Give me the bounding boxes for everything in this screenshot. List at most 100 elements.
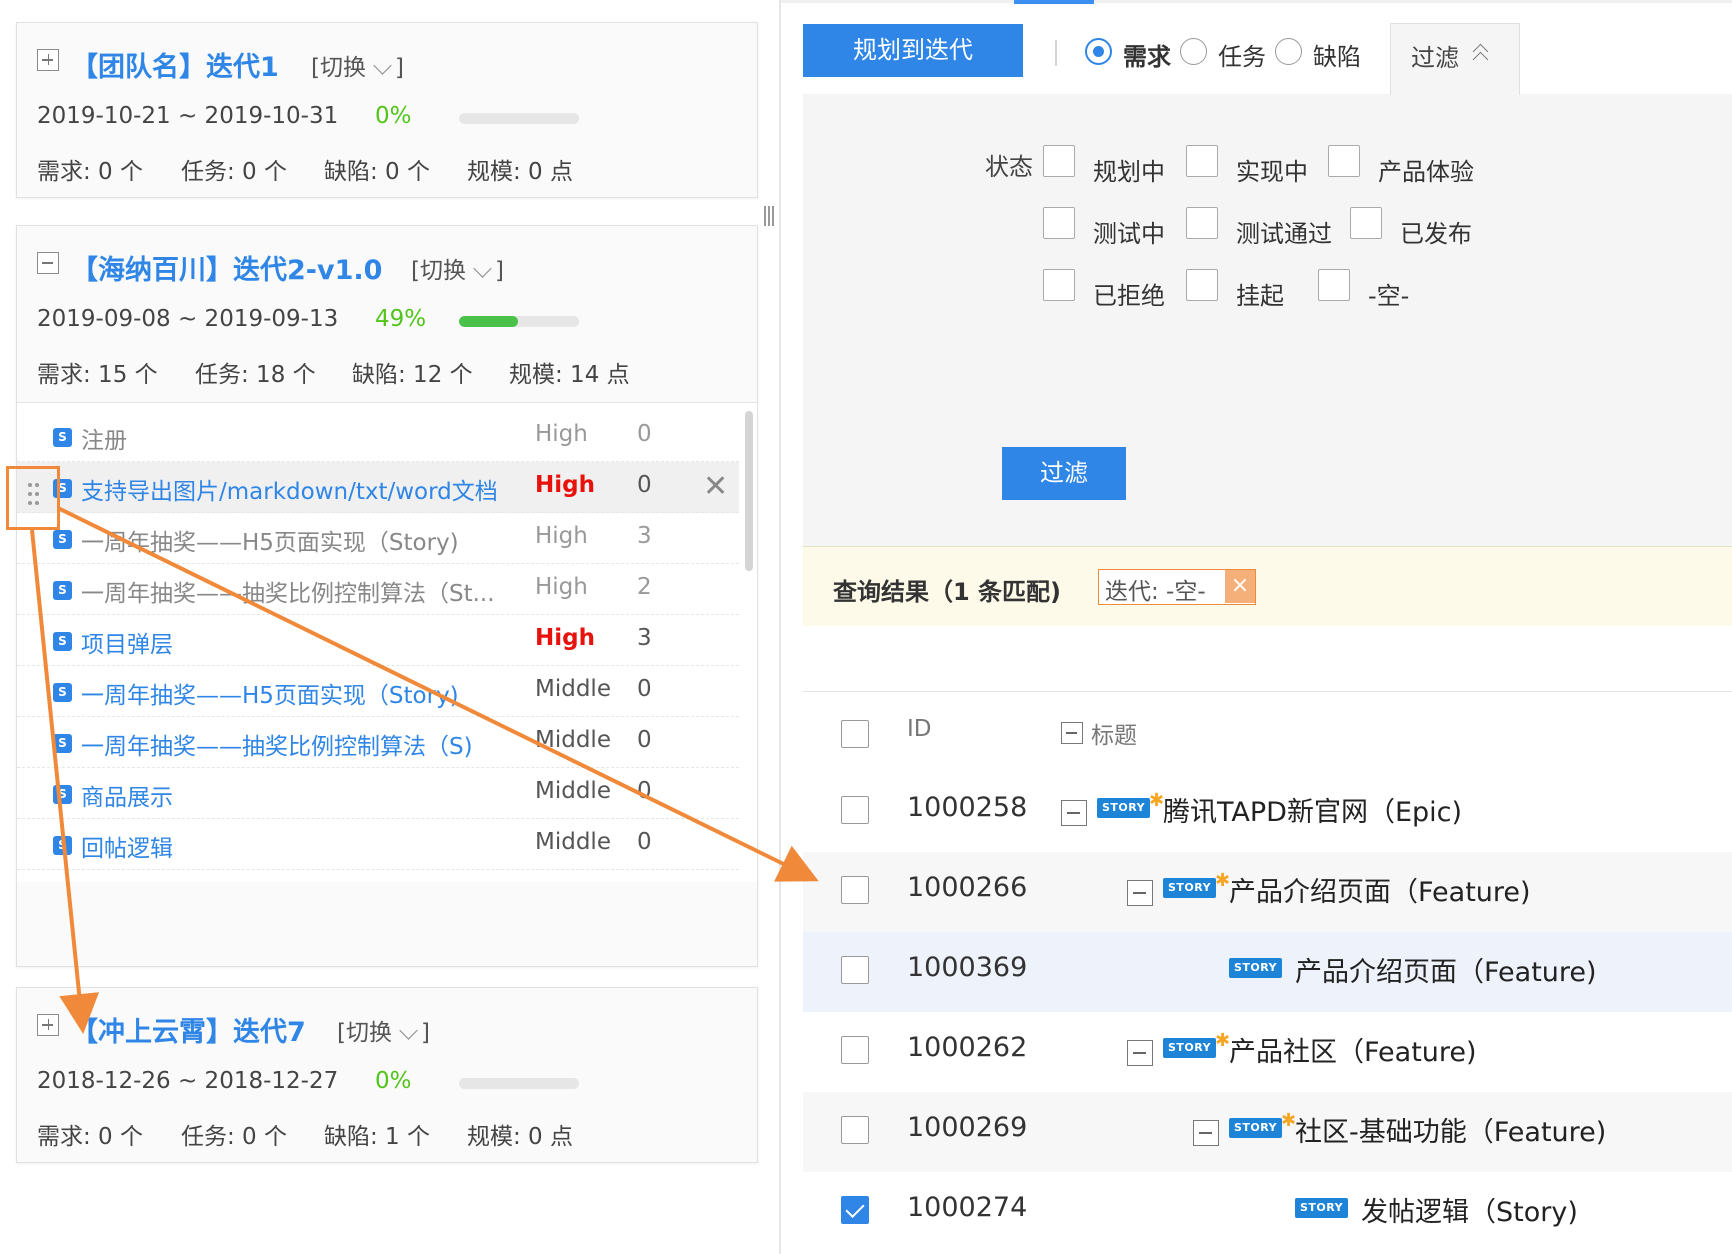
story-list[interactable]: S 注册 High 0 S 支持导出图片/markdown/txt/word文档 High 0… — [17, 402, 757, 882]
row-id: 1000269 — [907, 1112, 1028, 1143]
status-option-label[interactable]: 测试通过 — [1236, 214, 1332, 249]
table-row[interactable]: 1000274 STORY 发帖逻辑（Story) — [803, 1172, 1732, 1252]
status-checkbox[interactable] — [1350, 207, 1382, 239]
status-checkbox[interactable] — [1318, 269, 1350, 301]
iteration-title[interactable]: 【冲上云霄】迭代7 — [71, 1010, 306, 1049]
row-title[interactable]: 产品社区（Feature) — [1229, 1030, 1477, 1069]
story-row[interactable]: S 一周年抽奖——H5页面实现（Story) Middle 0 — [17, 666, 739, 717]
collapse-icon[interactable] — [1127, 880, 1153, 906]
row-checkbox[interactable] — [841, 1036, 869, 1064]
status-option-label[interactable]: 已拒绝 — [1093, 276, 1165, 311]
story-title[interactable]: 一周年抽奖——H5页面实现（Story) — [81, 523, 521, 557]
story-row[interactable]: S 商品展示 Middle 0 — [17, 768, 739, 819]
status-checkbox[interactable] — [1043, 269, 1075, 301]
story-row[interactable]: S 一周年抽奖——H5页面实现（Story) High 3 — [17, 513, 739, 564]
filter-tab[interactable]: 过滤 — [1390, 23, 1520, 95]
story-title[interactable]: 商品展示 — [81, 778, 521, 812]
column-title[interactable]: 标题 — [1091, 716, 1137, 750]
story-row[interactable]: S 注册 High 0 — [17, 411, 739, 462]
story-title[interactable]: 一周年抽奖——抽奖比例控制算法（St... — [81, 574, 521, 608]
row-checkbox[interactable] — [841, 876, 869, 904]
filter-button[interactable]: 过滤 — [1002, 447, 1126, 500]
row-title[interactable]: 社区-基础功能（Feature) — [1295, 1110, 1606, 1149]
status-option-label[interactable]: 测试中 — [1093, 214, 1165, 249]
story-row[interactable]: S 支持导出图片/markdown/txt/word文档 High 0 ✕ — [17, 462, 739, 513]
status-checkbox[interactable] — [1043, 207, 1075, 239]
status-option-label[interactable]: 实现中 — [1236, 152, 1308, 187]
story-row[interactable]: S 一周年抽奖——抽奖比例控制算法（S) Middle 0 — [17, 717, 739, 768]
switch-dropdown[interactable]: [切换] — [311, 48, 404, 82]
story-title[interactable]: 支持导出图片/markdown/txt/word文档 — [81, 472, 521, 506]
iteration-title[interactable]: 【海纳百川】迭代2-v1.0 — [71, 248, 382, 287]
select-all-checkbox[interactable] — [841, 720, 869, 748]
story-title[interactable]: 回帖逻辑 — [81, 829, 521, 863]
collapse-icon[interactable] — [37, 252, 59, 274]
radio-bug-label[interactable]: 缺陷 — [1313, 37, 1361, 72]
panel-splitter-handle[interactable] — [764, 206, 774, 226]
status-option-label[interactable]: 产品体验 — [1378, 152, 1474, 187]
collapse-icon[interactable] — [1127, 1040, 1153, 1066]
toolbar-separator — [1055, 40, 1057, 66]
status-option-label[interactable]: 挂起 — [1236, 276, 1284, 311]
collapse-all-icon[interactable] — [1061, 722, 1083, 744]
table-row[interactable]: 1000258 STORY ✱ 腾讯TAPD新官网（Epic) — [803, 772, 1732, 852]
status-option-label[interactable]: 规划中 — [1093, 152, 1165, 187]
plan-to-iteration-button[interactable]: 规划到迭代 — [803, 24, 1023, 77]
story-priority: High — [535, 523, 588, 549]
table-row[interactable]: 1000262 STORY ✱ 产品社区（Feature) — [803, 1012, 1732, 1092]
story-priority: Middle — [535, 676, 611, 702]
status-checkbox[interactable] — [1328, 145, 1360, 177]
story-badge-icon: STORY — [1163, 1038, 1217, 1058]
story-title[interactable]: 弹窗样式 — [81, 880, 521, 882]
story-row[interactable]: S 回帖逻辑 Middle 0 — [17, 819, 739, 870]
row-checkbox[interactable] — [841, 1196, 869, 1224]
row-title[interactable]: 腾讯TAPD新官网（Epic) — [1163, 790, 1462, 829]
story-row[interactable]: S 一周年抽奖——抽奖比例控制算法（St... High 2 — [17, 564, 739, 615]
collapse-icon[interactable] — [1193, 1120, 1219, 1146]
status-checkbox[interactable] — [1043, 145, 1075, 177]
spark-icon: ✱ — [1281, 1110, 1297, 1131]
table-row[interactable]: 1000369 STORY 产品介绍页面（Feature) — [803, 932, 1732, 1012]
story-title[interactable]: 一周年抽奖——抽奖比例控制算法（S) — [81, 727, 521, 761]
switch-dropdown[interactable]: [切换] — [337, 1013, 430, 1047]
radio-bug[interactable] — [1275, 38, 1302, 65]
radio-requirement[interactable] — [1085, 38, 1112, 65]
iteration-title[interactable]: 【团队名】迭代1 — [71, 45, 279, 84]
status-option-label[interactable]: 已发布 — [1400, 214, 1472, 249]
status-checkbox[interactable] — [1186, 145, 1218, 177]
radio-task[interactable] — [1180, 38, 1207, 65]
close-icon[interactable]: × — [1225, 570, 1255, 603]
column-id[interactable]: ID — [907, 716, 932, 742]
status-checkbox[interactable] — [1186, 207, 1218, 239]
table-row[interactable]: 1000269 STORY ✱ 社区-基础功能（Feature) — [803, 1092, 1732, 1172]
story-title[interactable]: 项目弹层 — [81, 625, 521, 659]
story-title[interactable]: 一周年抽奖——H5页面实现（Story) — [81, 676, 521, 710]
result-spacer — [803, 626, 1732, 692]
story-row[interactable]: S 项目弹层 High 3 — [17, 615, 739, 666]
progress-percent: 49% — [375, 306, 427, 332]
radio-requirement-label[interactable]: 需求 — [1123, 37, 1171, 72]
story-title[interactable]: 注册 — [81, 421, 521, 455]
iteration-panel: 【团队名】迭代1 [切换] 2019-10-21 ~ 2019-10-31 0%… — [0, 0, 780, 1254]
expand-icon[interactable] — [37, 1014, 59, 1036]
drag-handle[interactable] — [6, 466, 60, 530]
row-id: 1000369 — [907, 952, 1028, 983]
row-checkbox[interactable] — [841, 796, 869, 824]
story-priority: High — [535, 625, 595, 651]
table-row[interactable]: 1000266 STORY ✱ 产品介绍页面（Feature) — [803, 852, 1732, 932]
row-title[interactable]: 发帖逻辑（Story) — [1361, 1190, 1578, 1229]
switch-dropdown[interactable]: [切换] — [411, 251, 504, 285]
expand-icon[interactable] — [37, 49, 59, 71]
collapse-icon[interactable] — [1061, 800, 1087, 826]
radio-task-label[interactable]: 任务 — [1218, 37, 1266, 72]
row-title[interactable]: 产品介绍页面（Feature) — [1295, 950, 1597, 989]
status-checkbox[interactable] — [1186, 269, 1218, 301]
row-title[interactable]: 产品介绍页面（Feature) — [1229, 870, 1531, 909]
remove-icon[interactable]: ✕ — [703, 472, 728, 502]
status-option-label[interactable]: -空- — [1368, 276, 1409, 311]
status-label: 状态 — [985, 153, 1033, 181]
story-row[interactable]: S弹窗样式Middle2 — [17, 870, 739, 882]
row-checkbox[interactable] — [841, 1116, 869, 1144]
row-checkbox[interactable] — [841, 956, 869, 984]
scrollbar-thumb[interactable] — [745, 411, 753, 571]
